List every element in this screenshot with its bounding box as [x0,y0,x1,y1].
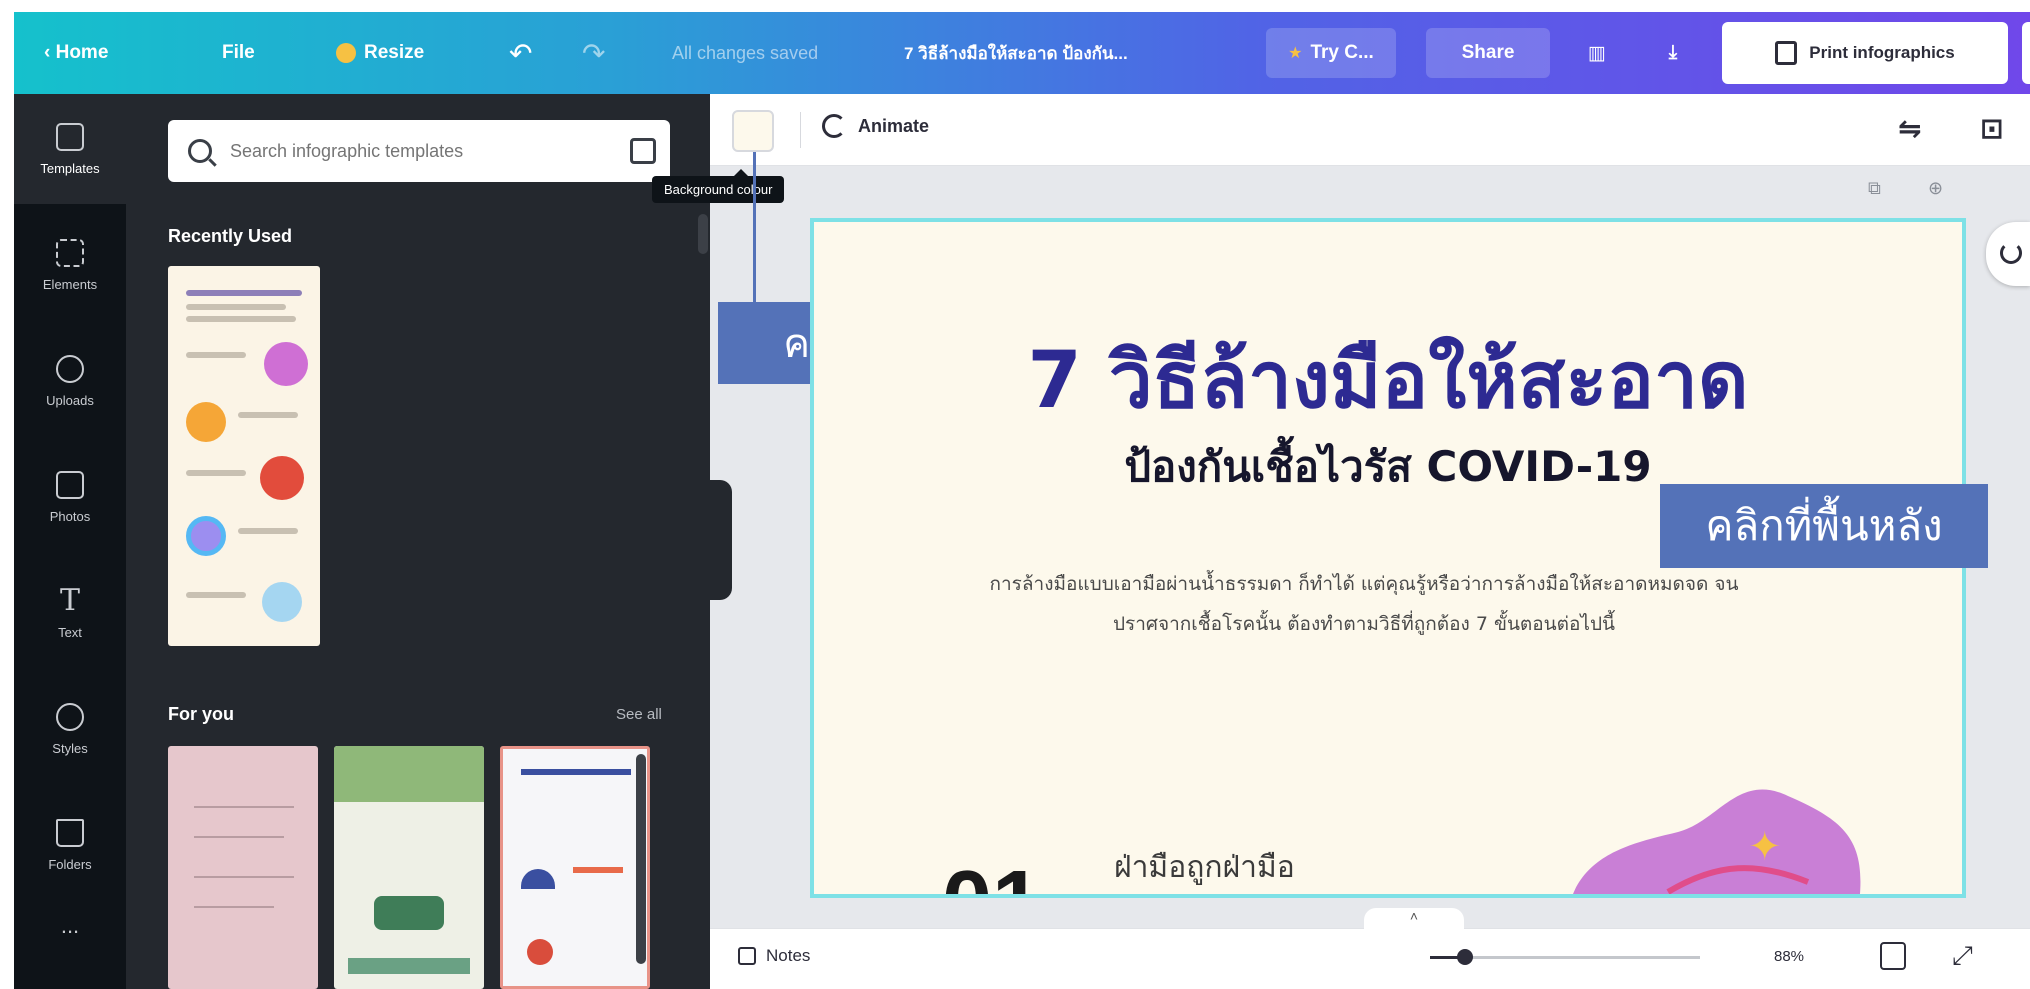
rail-item-templates[interactable]: Templates [14,94,126,204]
animate-button[interactable]: Animate [822,114,929,138]
notes-icon [738,947,756,965]
try-pro-label: Try C... [1310,42,1374,63]
rail-item-text[interactable]: T Text [14,558,126,668]
step-label[interactable]: ฝ่ามือถูกฝ่ามือ [1114,844,1295,891]
add-page-icon[interactable]: ⊕ [1928,178,1943,199]
bottom-bar [710,928,2030,989]
filter-icon[interactable] [630,138,656,164]
page-view-icon[interactable] [1880,942,1906,970]
image-icon [56,470,84,499]
insights-icon[interactable]: ▥ [1574,28,1620,78]
template-thumbnail[interactable] [168,746,318,989]
zoom-level[interactable]: 88% [1774,948,1804,965]
rail-label: Folders [48,856,92,872]
decorative-blob[interactable]: ✦ [1548,782,1878,898]
svg-text:✦: ✦ [1748,824,1782,870]
search-box[interactable] [168,120,670,182]
rail-label: Styles [52,740,88,756]
redo-icon[interactable]: ↷ [582,12,605,94]
star-icon: ★ [1288,45,1303,62]
notes-button[interactable]: Notes [738,946,810,966]
download-icon[interactable]: ⤓ [1650,28,1696,78]
step-number[interactable]: 01 [942,852,1042,894]
animate-icon [822,114,846,138]
rail-label: Photos [49,508,91,524]
page-body-text[interactable]: การล้างมือแบบเอามือผ่านน้ำธรรมดา ก็ทำได้… [954,564,1774,644]
crown-icon [336,43,356,63]
folder-icon [56,818,84,847]
notes-label: Notes [766,946,811,965]
rail-label: Text [58,624,82,640]
template-thumbnail[interactable] [334,746,484,989]
home-button[interactable]: ‹ Home [44,12,108,94]
show-pages-tab[interactable]: ˄ [1364,908,1464,930]
page-title[interactable]: 7 วิธีล้างมือให้สะอาด [814,318,1962,442]
annotation-click-background: คลิกที่พื้นหลัง [1660,484,1988,568]
background-color-tooltip: Background colour [652,169,785,203]
template-thumbnail[interactable] [500,746,650,989]
template-icon [56,122,84,151]
rail-item-folders[interactable]: Folders [14,790,126,900]
rail-label: Elements [42,276,98,292]
recent-template-thumbnail[interactable] [168,266,320,646]
refresh-icon [2000,242,2022,264]
resize-label: Resize [364,42,425,63]
top-toolbar: ‹ Home File Resize ↶ ↷ All changes saved… [14,12,2030,94]
file-menu-button[interactable]: File [222,12,255,94]
for-you-heading: For you [168,704,234,724]
lock-icon[interactable]: ⊡ [1980,112,2003,145]
panel-scrollbar-lower[interactable] [636,754,646,964]
background-color-swatch[interactable] [732,110,774,152]
duplicate-page-icon[interactable]: ⧉ [1868,178,1881,199]
undo-icon[interactable]: ↶ [509,12,532,94]
fullscreen-icon[interactable]: ⤢ [1952,940,1973,972]
printer-icon [1775,41,1798,65]
more-options-button[interactable] [2022,22,2030,84]
palette-icon [56,702,84,731]
resize-button[interactable]: Resize [336,12,424,94]
document-title[interactable]: 7 วิธีล้างมือให้สะอาด ป้องกัน... [904,12,1128,94]
side-navigation: Templates Elements Uploads Photos T Text… [14,94,126,989]
save-status: All changes saved [672,42,819,63]
animate-label: Animate [858,115,930,136]
rail-label: Templates [40,160,100,176]
templates-panel: Recently Used For you See all [126,94,710,989]
search-input[interactable] [230,140,610,162]
rail-item-styles[interactable]: Styles [14,674,126,784]
print-label: Print infographics [1809,43,1955,62]
panel-scrollbar[interactable] [698,214,708,254]
rail-label: Uploads [46,392,94,408]
search-icon [188,139,212,163]
see-all-link[interactable]: See all [616,706,662,723]
recently-used-heading: Recently Used [168,226,293,246]
share-button[interactable]: Share [1426,28,1550,78]
rail-item-photos[interactable]: Photos [14,442,126,552]
shapes-icon [56,238,84,267]
zoom-slider-handle[interactable] [1457,949,1474,965]
toolbar-divider [800,112,801,148]
format-paint-icon[interactable]: ⇋ [1898,112,1921,145]
rail-item-uploads[interactable]: Uploads [14,326,126,436]
print-infographics-button[interactable]: Print infographics [1722,22,2008,84]
text-icon: T [59,582,80,618]
try-pro-button[interactable]: ★ Try C... [1266,28,1396,78]
collapse-panel-handle[interactable] [710,480,732,600]
rail-item-more[interactable]: ... [14,886,126,966]
more-icon: ... [60,913,80,938]
cloud-upload-icon [56,354,84,383]
annotation-connector [753,152,756,310]
rail-item-elements[interactable]: Elements [14,210,126,320]
